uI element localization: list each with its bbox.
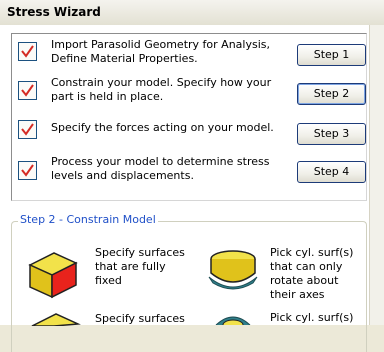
steps-frame: Import Parasolid Geometry for Analysis, …	[11, 33, 367, 201]
cylinder-icon[interactable]	[206, 313, 260, 331]
step-3-checkbox[interactable]	[18, 120, 37, 139]
wizard-panel: Import Parasolid Geometry for Analysis, …	[0, 25, 369, 352]
surface-icon[interactable]	[28, 312, 82, 329]
step-3-button[interactable]: Step 3	[297, 123, 366, 145]
step-4-checkbox[interactable]	[18, 161, 37, 180]
option-rotate-text: Pick cyl. surf(s) that can only rotate a…	[270, 246, 354, 301]
cylinder-rotate-icon[interactable]	[206, 247, 260, 300]
option-surfaces-text: Specify surfaces	[95, 312, 185, 325]
step-3-description: Specify the forces acting on your model.	[51, 121, 274, 134]
window-title: Stress Wizard	[7, 5, 101, 19]
step-1-button[interactable]: Step 1	[297, 44, 366, 66]
step-4-description: Process your model to determine stress l…	[51, 155, 270, 182]
constrain-model-group-label: Step 2 - Constrain Model	[18, 213, 158, 227]
check-icon	[21, 164, 34, 177]
vertical-scrollbar[interactable]	[369, 25, 384, 325]
step-2-description: Constrain your model. Specify how your p…	[51, 76, 272, 103]
option-cylinder-text: Pick cyl. surf(s)	[270, 311, 354, 324]
step-2-button[interactable]: Step 2	[297, 83, 366, 105]
title-bar: Stress Wizard	[0, 0, 384, 26]
check-icon	[21, 45, 34, 58]
step-2-checkbox[interactable]	[18, 81, 37, 100]
step-1-description: Import Parasolid Geometry for Analysis, …	[51, 38, 270, 65]
option-fixed-text: Specify surfaces that are fully fixed	[95, 246, 185, 287]
step-1-checkbox[interactable]	[18, 42, 37, 61]
check-icon	[21, 84, 34, 97]
step-4-button[interactable]: Step 4	[297, 161, 366, 183]
fixed-surface-icon[interactable]	[26, 245, 80, 302]
check-icon	[21, 123, 34, 136]
